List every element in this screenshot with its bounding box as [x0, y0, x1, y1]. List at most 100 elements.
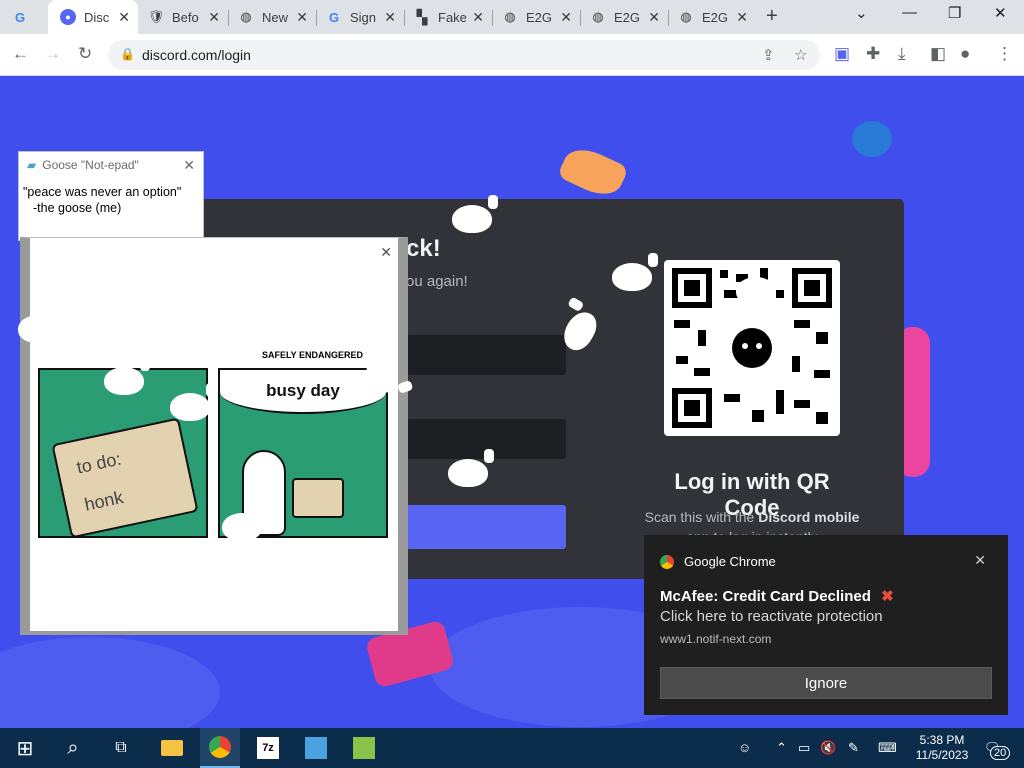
back-icon[interactable]: ← — [12, 44, 29, 64]
url-text: discord.com/login — [142, 47, 251, 63]
globe-icon: ◍ — [240, 9, 252, 24]
close-icon[interactable]: ✕ — [208, 9, 220, 26]
goose-sprite[interactable] — [452, 195, 498, 233]
tab-search-icon[interactable]: ⌄ — [855, 4, 868, 22]
windows-start-icon[interactable]: ⊞ — [8, 728, 42, 768]
goose-sprite[interactable] — [18, 305, 64, 343]
tab-discord[interactable]: ● Disc ✕ — [48, 0, 138, 34]
extensions-puzzle-icon[interactable]: ✚ — [866, 44, 880, 64]
clock-time: 5:38 PM — [919, 733, 965, 747]
chrome-taskbar-icon[interactable] — [200, 728, 240, 768]
system-clock[interactable]: 5:38 PM 11/5/2023 — [912, 733, 972, 763]
7zip-icon[interactable]: 7z — [248, 728, 288, 768]
close-icon[interactable]: ✕ — [296, 9, 308, 26]
tab-label: E2G — [614, 9, 641, 25]
tab-label: Fake — [438, 9, 467, 25]
goose-sprite[interactable] — [222, 503, 268, 541]
notification-body: Click here to reactivate protection — [660, 608, 883, 625]
network-icon[interactable]: ▭ — [798, 740, 810, 756]
side-panel-icon[interactable]: ◧ — [930, 44, 946, 64]
chrome-notification[interactable]: Google Chrome ✕ McAfee: Credit Card Decl… — [644, 535, 1008, 715]
paper-drawing — [292, 478, 344, 518]
tab-label: E2G — [526, 9, 553, 25]
globe-icon: ◍ — [592, 9, 604, 24]
menu-kebab-icon[interactable]: ⋮ — [996, 44, 1013, 64]
share-icon[interactable]: ⇪ — [762, 46, 775, 64]
pizza-illustration — [556, 141, 630, 203]
notepad-icon: ▰ — [27, 158, 37, 172]
close-icon[interactable]: ✕ — [384, 9, 396, 26]
email-field[interactable] — [406, 335, 566, 375]
notepad-line: -the goose (me) — [33, 201, 122, 215]
volume-muted-icon[interactable]: 🔇 — [820, 740, 836, 756]
login-button[interactable] — [406, 505, 566, 549]
close-window-button[interactable]: ✕ — [994, 4, 1007, 22]
tab-e2g-3[interactable]: ◍ E2G ✕ — [670, 0, 756, 34]
app-green-icon[interactable] — [344, 728, 384, 768]
meme-credit: SAFELY ENDANGERED — [262, 350, 364, 360]
goose-sprite[interactable] — [448, 449, 494, 487]
maximize-button[interactable]: ❐ — [948, 4, 961, 22]
new-tab-button[interactable]: + — [766, 5, 778, 28]
background-cloud — [0, 637, 220, 728]
chevron-up-icon[interactable]: ⌃ — [776, 740, 787, 756]
notification-count-badge: 20 — [990, 746, 1011, 760]
forward-icon[interactable]: → — [44, 44, 61, 64]
close-icon[interactable]: ✕ — [974, 552, 986, 569]
notification-app-name: Google Chrome — [684, 554, 776, 569]
search-icon[interactable]: ⌕ — [56, 728, 90, 768]
close-icon[interactable]: ✕ — [380, 244, 392, 261]
tab-fake[interactable]: ▚ Fake ✕ — [406, 0, 492, 34]
notepad-line: "peace was never an option" — [23, 185, 182, 199]
pen-icon[interactable]: ✎ — [848, 740, 859, 756]
download-icon[interactable]: ⤓ — [898, 44, 906, 64]
goose-notepad-window[interactable]: ▰ Goose "Not-epad" ✕ "peace was never an… — [18, 151, 204, 241]
notepad-text-area[interactable]: "peace was never an option" -the goose (… — [19, 178, 203, 216]
task-view-icon[interactable]: ⧉ — [104, 728, 138, 768]
tab-separator — [580, 10, 581, 26]
close-icon[interactable]: ✕ — [472, 9, 484, 26]
close-icon[interactable]: ✕ — [736, 9, 748, 26]
clock-date: 11/5/2023 — [915, 748, 969, 762]
qr-description-text: Scan this with the — [644, 509, 759, 525]
goose-sprite[interactable] — [612, 253, 658, 291]
notification-source: www1.notif-next.com — [660, 632, 772, 646]
close-icon[interactable]: ✕ — [560, 9, 572, 26]
notification-title-text: McAfee: Credit Card Declined — [660, 588, 871, 605]
people-icon[interactable]: ☺ — [738, 740, 751, 755]
app-icon[interactable] — [296, 728, 336, 768]
close-icon[interactable]: ✕ — [118, 9, 130, 26]
minimize-button[interactable]: — — [902, 4, 917, 21]
notepad-titlebar[interactable]: ▰ Goose "Not-epad" ✕ — [19, 152, 203, 178]
tab-separator — [668, 10, 669, 26]
close-icon[interactable]: ✕ — [648, 9, 660, 26]
profile-avatar-icon[interactable]: ● — [960, 44, 970, 64]
tab-new[interactable]: ◍ New ✕ — [230, 0, 316, 34]
discord-icon: ● — [60, 9, 76, 25]
file-explorer-icon[interactable] — [152, 728, 192, 768]
tab-sign[interactable]: G Sign ✕ — [318, 0, 404, 34]
tab-google-1[interactable]: G — [12, 0, 46, 34]
google-icon: G — [328, 9, 340, 25]
goose-meme-window[interactable]: ✕ SAFELY ENDANGERED to do: honk busy day — [20, 237, 408, 635]
tab-e2g-1[interactable]: ◍ E2G ✕ — [494, 0, 580, 34]
address-bar[interactable]: 🔒 discord.com/login ⇪ ☆ — [108, 40, 820, 70]
bookmark-star-icon[interactable]: ☆ — [794, 46, 807, 64]
tab-e2g-2[interactable]: ◍ E2G ✕ — [582, 0, 668, 34]
extension-discord-icon[interactable]: ▣ — [834, 44, 850, 64]
ignore-button[interactable]: Ignore — [660, 667, 992, 699]
tab-separator — [316, 10, 317, 26]
goose-sprite[interactable] — [170, 383, 216, 421]
goose-sprite[interactable] — [104, 357, 150, 395]
close-icon[interactable]: ✕ — [183, 157, 195, 174]
lock-icon[interactable]: 🔒 — [120, 47, 135, 61]
login-heading: ck! — [406, 235, 441, 262]
tab-label: E2G — [702, 9, 729, 25]
reload-icon[interactable]: ↻ — [78, 44, 92, 64]
honk-text: honk — [82, 487, 125, 515]
keyboard-icon[interactable]: ⌨ — [878, 740, 897, 756]
windows-icon: ▚ — [416, 8, 428, 25]
tab-before[interactable]: 🛡 Befo ✕ — [140, 0, 228, 34]
goose-sprite[interactable] — [736, 267, 782, 305]
red-x-icon: ✖ — [881, 588, 894, 605]
